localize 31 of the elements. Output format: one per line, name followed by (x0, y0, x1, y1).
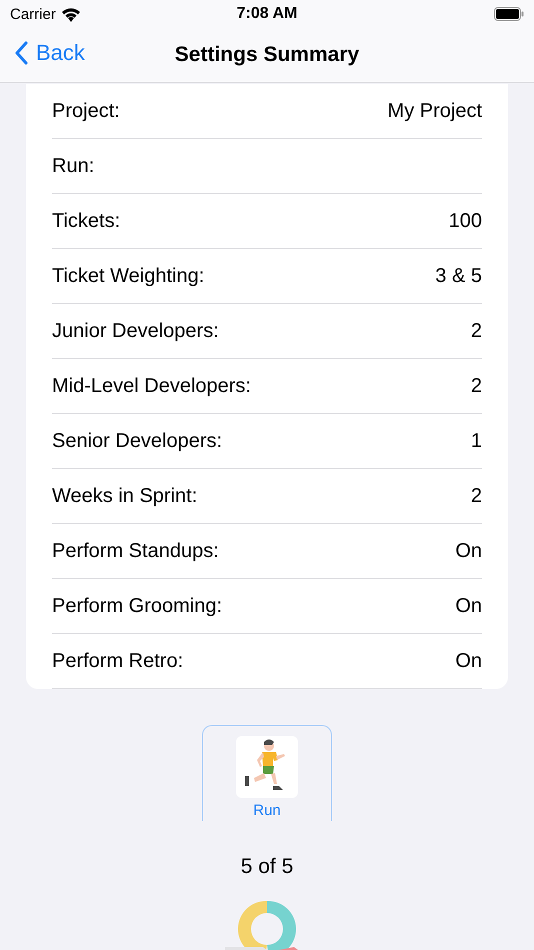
setting-label: Perform Grooming: (52, 594, 222, 618)
setting-label: Tickets: (52, 210, 120, 232)
carrier-label: Carrier (10, 6, 56, 22)
setting-value: 2 (470, 374, 482, 398)
screen-title: Settings Summary (174, 43, 360, 67)
run-button[interactable]: Run (202, 725, 332, 821)
setting-label: Perform Retro: (52, 650, 184, 672)
setting-label: Senior Developers: (52, 430, 222, 452)
setting-label: Perform Standups: (52, 540, 219, 562)
setting-value: My Project (388, 100, 482, 122)
setting-value: On (455, 650, 482, 672)
setting-label: Mid-Level Developers: (52, 374, 251, 398)
setting-label: Junior Developers: (52, 320, 219, 342)
setting-value: 2 (470, 320, 482, 342)
setting-value: 100 (448, 210, 482, 232)
setting-value: On (455, 540, 482, 562)
runner-icon (236, 736, 298, 798)
back-button[interactable]: Back (14, 40, 85, 66)
battery-icon (494, 7, 524, 21)
setting-value: 2 (470, 484, 482, 508)
setting-label: Weeks in Sprint: (52, 484, 198, 508)
setting-value: On (455, 594, 482, 618)
setting-label: Ticket Weighting: (52, 264, 204, 288)
setting-label: Run: (52, 154, 94, 178)
page-indicator: 5 of 5 (240, 855, 294, 879)
setting-label: Project: (52, 100, 120, 122)
setting-value: 3 & 5 (435, 264, 482, 288)
chevron-left-icon (14, 41, 28, 65)
wifi-icon (60, 6, 81, 22)
status-time: 7:08 AM (236, 5, 298, 23)
setting-value: 1 (470, 430, 482, 452)
